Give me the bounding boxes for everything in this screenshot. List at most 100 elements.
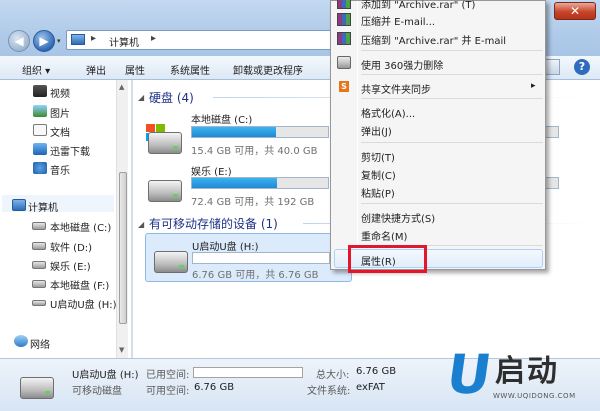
menu-item-360-force-delete[interactable]: 使用 360强力删除 xyxy=(361,57,443,72)
shredder-icon xyxy=(337,56,351,69)
winrar-icon xyxy=(337,13,351,26)
menu-gutter xyxy=(357,1,358,269)
drive-icon xyxy=(32,280,46,288)
uqidong-logo: U 启动 WWW.UQIDONG.COM xyxy=(442,343,595,408)
drive-c-name[interactable]: 本地磁盘 (C:) xyxy=(191,111,252,126)
usb-drive-info: 6.76 GB 可用，共 6.76 GB xyxy=(192,270,319,281)
address-bar[interactable]: ▸ 计算机 ▸ xyxy=(66,30,336,50)
drive-c-usage-bar xyxy=(191,126,329,138)
nav-item-drive-e[interactable]: 娱乐 (E:) xyxy=(50,258,91,273)
help-button[interactable]: ? xyxy=(574,59,590,75)
menu-item-create-shortcut[interactable]: 创建快捷方式(S) xyxy=(361,210,435,225)
drive-e-icon xyxy=(148,180,182,202)
nav-item-computer[interactable]: 计算机 xyxy=(28,199,58,214)
details-fs-value: exFAT xyxy=(356,382,385,393)
back-button[interactable]: ◀ xyxy=(8,30,30,52)
menu-item-compress-to-archive-email[interactable]: 压缩到 "Archive.rar" 并 E-mail xyxy=(361,32,506,47)
organize-menu[interactable]: 组织 ▾ xyxy=(22,62,50,77)
usb-drive-tile[interactable]: U启动U盘 (H:) 6.76 GB 可用，共 6.76 GB xyxy=(145,233,352,282)
group-title-hard-disks[interactable]: 硬盘 (4) xyxy=(149,89,194,106)
annotation-highlight-box xyxy=(348,245,427,273)
usb-drive-icon xyxy=(32,300,46,306)
details-total-value: 6.76 GB xyxy=(356,366,397,377)
details-fs-label: 文件系统: xyxy=(307,386,351,397)
nav-item-drive-c[interactable]: 本地磁盘 (C:) xyxy=(50,219,111,234)
drive-e-info: 72.4 GB 可用，共 192 GB xyxy=(191,197,315,208)
menu-separator xyxy=(361,50,543,51)
drive-c-usage-fill xyxy=(192,127,276,137)
close-button[interactable]: ✕ xyxy=(554,2,596,20)
menu-separator xyxy=(361,203,543,204)
recent-pages-dropdown[interactable]: ▾ xyxy=(57,37,61,45)
usb-drive-icon xyxy=(20,377,54,399)
document-icon xyxy=(33,124,47,136)
nav-item-documents[interactable]: 文档 xyxy=(50,124,70,139)
nav-item-drive-h[interactable]: U启动U盘 (H:) xyxy=(50,296,117,311)
menu-item-eject[interactable]: 弹出(J) xyxy=(361,123,392,138)
navigation-pane: 视频 图片 文档 迅雷下载 音乐 计算机 本地磁盘 (C:) 软件 (D:) 娱… xyxy=(0,80,132,358)
context-menu: 添加到 "Archive.rar" (T) 压缩并 E-mail... 压缩到 … xyxy=(330,0,546,270)
menu-item-shared-folder-sync[interactable]: 共享文件夹同步 xyxy=(361,81,431,96)
nav-item-drive-d[interactable]: 软件 (D:) xyxy=(50,239,92,254)
usb-drive-icon xyxy=(154,251,188,273)
details-drive-type: 可移动磁盘 xyxy=(72,386,122,397)
nav-item-thunder-downloads[interactable]: 迅雷下载 xyxy=(50,143,90,158)
nav-item-video[interactable]: 视频 xyxy=(50,85,70,100)
group-title-removable[interactable]: 有可移动存储的设备 (1) xyxy=(149,215,278,232)
forward-button[interactable]: ▶ xyxy=(33,30,55,52)
usb-drive-usage-bar xyxy=(192,252,330,264)
eject-button[interactable]: 弹出 xyxy=(86,62,106,77)
menu-separator xyxy=(361,142,543,143)
breadcrumb-separator: ▸ xyxy=(91,33,97,44)
drive-icon xyxy=(32,261,46,269)
properties-button[interactable]: 属性 xyxy=(125,62,145,77)
breadcrumb-computer[interactable]: 计算机 xyxy=(109,34,139,49)
drive-icon xyxy=(32,242,46,250)
logo-url: WWW.UQIDONG.COM xyxy=(493,392,576,400)
drive-f-usage-bar xyxy=(545,177,559,189)
drive-e-usage-fill xyxy=(192,178,277,188)
winrar-icon xyxy=(337,0,351,9)
menu-item-add-to-archive[interactable]: 添加到 "Archive.rar" (T) xyxy=(361,0,475,11)
change-view-button[interactable] xyxy=(544,59,560,75)
collapse-arrow-icon[interactable]: ◢ xyxy=(138,93,144,102)
nav-item-pictures[interactable]: 图片 xyxy=(50,105,70,120)
menu-separator xyxy=(361,74,543,75)
details-used-label: 已用空间: xyxy=(146,370,190,381)
network-icon xyxy=(14,335,28,347)
sync-icon: S xyxy=(339,81,349,92)
menu-separator xyxy=(361,98,543,99)
collapse-arrow-icon[interactable]: ◢ xyxy=(138,220,144,229)
drive-e-usage-bar xyxy=(191,177,329,189)
details-usage-bar xyxy=(193,367,303,378)
nav-item-network[interactable]: 网络 xyxy=(30,336,50,351)
uninstall-program-button[interactable]: 卸载或更改程序 xyxy=(233,62,303,77)
drive-e-name[interactable]: 娱乐 (E:) xyxy=(191,163,232,178)
menu-item-compress-email[interactable]: 压缩并 E-mail... xyxy=(361,13,435,28)
computer-icon xyxy=(12,199,26,211)
music-icon xyxy=(33,162,47,174)
menu-item-cut[interactable]: 剪切(T) xyxy=(361,149,395,164)
local-disk-icon xyxy=(32,222,46,230)
local-disk-c-icon xyxy=(148,132,182,154)
winrar-icon xyxy=(337,32,351,45)
nav-item-music[interactable]: 音乐 xyxy=(50,162,70,177)
video-icon xyxy=(33,85,47,97)
nav-item-drive-f[interactable]: 本地磁盘 (F:) xyxy=(50,277,109,292)
thunder-download-icon xyxy=(33,143,47,155)
submenu-arrow-icon: ▸ xyxy=(531,81,536,91)
picture-icon xyxy=(33,105,47,117)
system-properties-button[interactable]: 系统属性 xyxy=(170,62,210,77)
drive-c-info: 15.4 GB 可用，共 40.0 GB xyxy=(191,146,318,157)
details-free-label: 可用空间: xyxy=(146,386,190,397)
menu-item-paste[interactable]: 粘贴(P) xyxy=(361,185,395,200)
logo-letter: U xyxy=(442,343,496,406)
breadcrumb-separator[interactable]: ▸ xyxy=(151,33,156,44)
nav-pane-scrollbar[interactable]: ▲ ▼ xyxy=(116,80,128,358)
drive-d-usage-bar xyxy=(545,126,559,138)
menu-item-copy[interactable]: 复制(C) xyxy=(361,167,396,182)
menu-item-format[interactable]: 格式化(A)... xyxy=(361,105,415,120)
menu-item-rename[interactable]: 重命名(M) xyxy=(361,228,407,243)
usb-drive-name: U启动U盘 (H:) xyxy=(192,242,259,253)
scrollbar-thumb[interactable] xyxy=(119,172,127,324)
